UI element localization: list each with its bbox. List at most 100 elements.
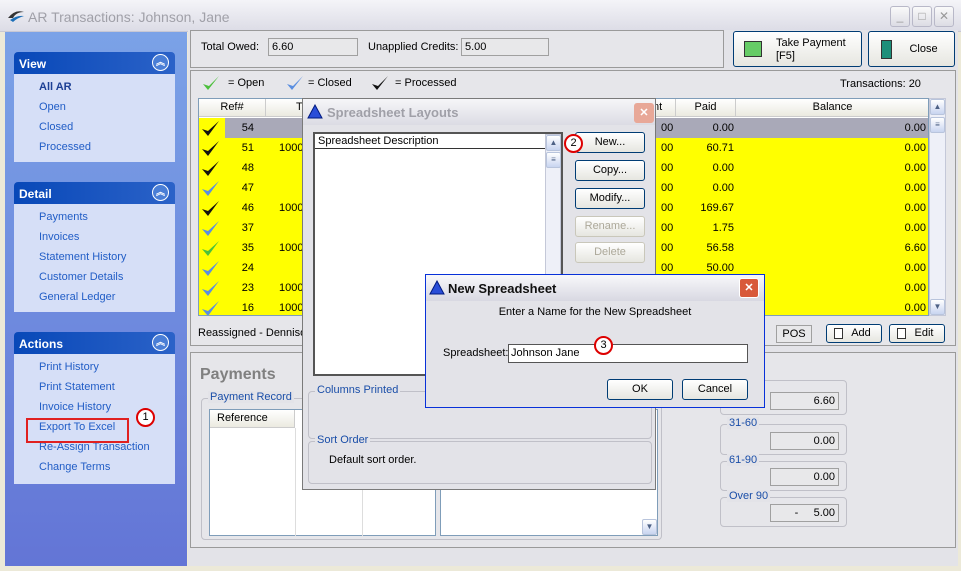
- sidebar-item-closed[interactable]: Closed: [39, 120, 175, 140]
- new-layout-button[interactable]: New...: [575, 132, 645, 153]
- cell-ref: 46: [225, 198, 266, 218]
- ok-button[interactable]: OK: [607, 379, 673, 400]
- scroll-thumb[interactable]: ≡: [546, 152, 561, 168]
- edit-document-icon: [897, 328, 906, 339]
- aging-value: 6.60: [770, 392, 839, 410]
- cell-ref: 54: [225, 118, 266, 138]
- view-panel: All AR Open Closed Processed: [14, 74, 175, 162]
- detail-panel-header[interactable]: Detail ︽: [14, 182, 175, 204]
- sidebar-item-invoices[interactable]: Invoices: [39, 230, 175, 250]
- sidebar-item-print-statement[interactable]: Print Statement: [39, 380, 175, 400]
- modify-layout-button[interactable]: Modify...: [575, 188, 645, 209]
- closed-check-icon: [199, 258, 225, 278]
- aging-value: - 5.00: [770, 504, 839, 522]
- transactions-count-label: Transactions: 20: [840, 78, 921, 90]
- sidebar-item-customer-details[interactable]: Customer Details: [39, 270, 175, 290]
- cancel-button[interactable]: Cancel: [682, 379, 748, 400]
- processed-check-icon: [199, 118, 225, 138]
- cell-ref: 16: [225, 298, 266, 315]
- cell-balance: 6.60: [736, 238, 928, 258]
- closed-check-icon: [199, 278, 225, 298]
- processed-check-icon: [372, 76, 388, 90]
- sidebar-item-reassign-transaction[interactable]: Re-Assign Transaction: [39, 440, 175, 460]
- sidebar-item-general-ledger[interactable]: General Ledger: [39, 290, 175, 310]
- column-header-reference[interactable]: Reference: [210, 410, 295, 428]
- app-logo-icon: [8, 11, 24, 22]
- dialog-close-button[interactable]: ✕: [634, 103, 654, 123]
- grid-scrollbar[interactable]: ▲ ≡ ▼: [929, 98, 946, 316]
- take-payment-button[interactable]: Take Payment [F5]: [733, 31, 862, 67]
- open-check-icon: [199, 238, 225, 258]
- spreadsheet-name-input[interactable]: Johnson Jane: [508, 344, 748, 363]
- delete-layout-button[interactable]: Delete: [575, 242, 645, 263]
- maximize-button[interactable]: □: [912, 6, 932, 27]
- column-header-ref[interactable]: Ref#: [199, 99, 266, 117]
- edit-label: Edit: [914, 327, 934, 339]
- copy-layout-button[interactable]: Copy...: [575, 160, 645, 181]
- column-header-balance[interactable]: Balance: [736, 99, 928, 117]
- cell-paid: 0.00: [676, 118, 736, 138]
- cell-balance: 0.00: [736, 218, 928, 238]
- callout-2: 2: [564, 134, 583, 153]
- close-button[interactable]: Close: [868, 31, 955, 67]
- sidebar-item-change-terms[interactable]: Change Terms: [39, 460, 175, 480]
- cell-ref: 24: [225, 258, 266, 278]
- sidebar-item-statement-history[interactable]: Statement History: [39, 250, 175, 270]
- legend-processed: = Processed: [395, 77, 457, 89]
- callout-3: 3: [594, 336, 613, 355]
- edit-button[interactable]: Edit: [889, 324, 945, 343]
- sidebar-item-processed[interactable]: Processed: [39, 140, 175, 160]
- close-window-button[interactable]: ✕: [934, 6, 954, 27]
- view-panel-header[interactable]: View ︽: [14, 52, 175, 74]
- scroll-down-icon[interactable]: ▼: [930, 299, 945, 315]
- cell-balance: 0.00: [736, 158, 928, 178]
- cell-paid: 56.58: [676, 238, 736, 258]
- actions-panel-header[interactable]: Actions ︽: [14, 332, 175, 354]
- scroll-up-icon[interactable]: ▲: [930, 99, 945, 115]
- cell-paid: 169.67: [676, 198, 736, 218]
- dialog-title: New Spreadsheet: [448, 281, 557, 296]
- sidebar-item-all-ar[interactable]: All AR: [39, 80, 175, 100]
- collapse-icon[interactable]: ︽: [152, 184, 169, 201]
- detail-panel-title: Detail: [19, 187, 52, 201]
- callout-1: 1: [136, 408, 155, 427]
- dialog-title: Spreadsheet Layouts: [327, 105, 459, 120]
- cell-ref: 37: [225, 218, 266, 238]
- aging-label: 61-90: [727, 454, 760, 466]
- rename-layout-button[interactable]: Rename...: [575, 216, 645, 237]
- aging-value: 0.00: [770, 468, 839, 486]
- column-header-description[interactable]: Spreadsheet Description: [315, 134, 547, 149]
- cell-balance: 0.00: [736, 178, 928, 198]
- dialog-close-button[interactable]: ✕: [739, 278, 759, 298]
- sidebar-item-print-history[interactable]: Print History: [39, 360, 175, 380]
- legend-closed: = Closed: [308, 77, 352, 89]
- view-panel-title: View: [19, 57, 47, 71]
- processed-check-icon: [199, 198, 225, 218]
- legend-open: = Open: [228, 77, 265, 89]
- cell-balance: 0.00: [736, 138, 928, 158]
- window-title: AR Transactions: Johnson, Jane: [28, 9, 230, 25]
- scroll-down-icon[interactable]: ▼: [642, 519, 657, 535]
- cell-paid: 0.00: [676, 158, 736, 178]
- collapse-icon[interactable]: ︽: [152, 334, 169, 351]
- collapse-icon[interactable]: ︽: [152, 54, 169, 71]
- minimize-button[interactable]: _: [890, 6, 910, 27]
- detail-panel: Payments Invoices Statement History Cust…: [14, 204, 175, 312]
- cell-ref: 51: [225, 138, 266, 158]
- sort-order-label: Sort Order: [315, 434, 371, 446]
- cell-ref: 47: [225, 178, 266, 198]
- scroll-up-icon[interactable]: ▲: [546, 135, 561, 151]
- closed-check-icon: [199, 218, 225, 238]
- scroll-thumb[interactable]: ≡: [930, 117, 945, 133]
- transactions-label: Transactions:: [840, 78, 906, 90]
- sidebar-item-payments[interactable]: Payments: [39, 210, 175, 230]
- cell-ref: 35: [225, 238, 266, 258]
- add-button[interactable]: Add: [826, 324, 882, 343]
- column-header-paid[interactable]: Paid: [676, 99, 736, 117]
- add-label: Add: [851, 327, 871, 339]
- sidebar-item-open[interactable]: Open: [39, 100, 175, 120]
- warning-triangle-icon: [307, 104, 323, 119]
- cell-balance: 0.00: [736, 118, 928, 138]
- columns-printed-label: Columns Printed: [315, 384, 401, 396]
- window-titlebar: AR Transactions: Johnson, Jane _ □ ✕: [0, 0, 961, 32]
